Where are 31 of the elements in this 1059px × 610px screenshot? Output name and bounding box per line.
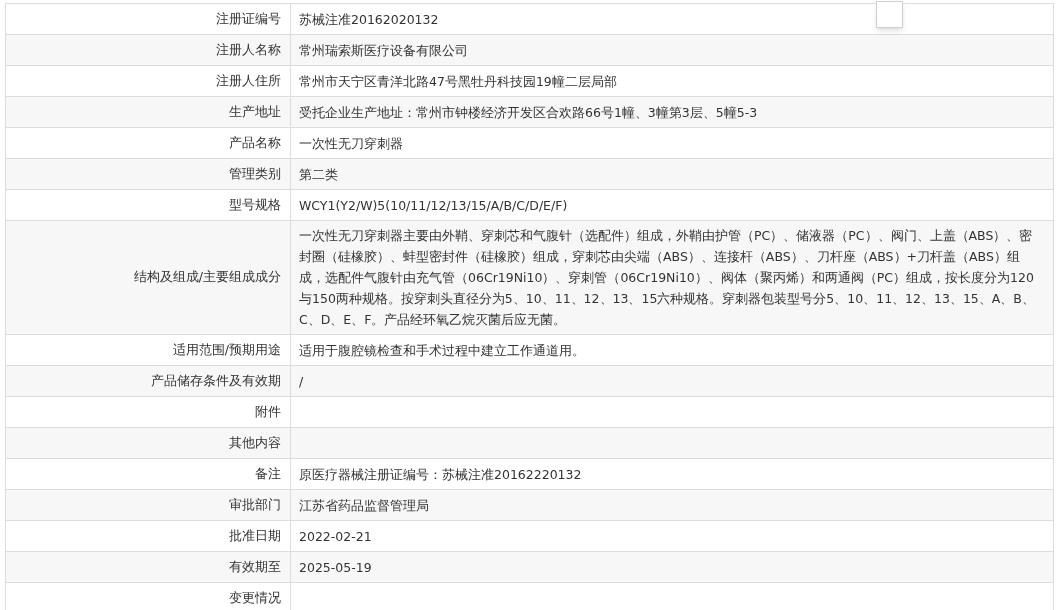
field-value: / (299, 372, 304, 391)
field-value: 常州瑞索斯医疗设备有限公司 (299, 41, 468, 60)
field-label: 适用范围/预期用途 (172, 340, 281, 359)
field-value: 2022-02-21 (299, 527, 372, 546)
field-value: 一次性无刀穿刺器 (299, 134, 403, 153)
field-label: 管理类别 (229, 164, 281, 183)
field-label: 批准日期 (229, 526, 281, 545)
field-label: 产品名称 (229, 133, 281, 152)
field-label: 注册证编号 (216, 9, 281, 28)
field-value: 适用于腹腔镜检查和手术过程中建立工作通道用。 (299, 341, 585, 360)
field-value: 原医疗器械注册证编号：苏械注准20162220132 (299, 465, 582, 484)
field-label: 注册人名称 (216, 40, 281, 59)
field-label: 型号规格 (229, 195, 281, 214)
field-label: 生产地址 (229, 102, 281, 121)
field-label: 产品储存条件及有效期 (151, 371, 281, 390)
field-label: 注册人住所 (216, 71, 281, 90)
field-label: 附件 (255, 402, 281, 421)
field-value: 苏械注准20162020132 (299, 10, 439, 29)
field-value: 2025-05-19 (299, 558, 372, 577)
field-value: 第二类 (299, 165, 338, 184)
field-label: 其他内容 (229, 433, 281, 452)
field-label: 备注 (255, 464, 281, 483)
field-value: 江苏省药品监督管理局 (299, 496, 429, 515)
field-value: WCY1(Y2/W)5(10/11/12/13/15/A/B/C/D/E/F) (299, 196, 568, 215)
field-label: 有效期至 (229, 557, 281, 576)
field-value: 受托企业生产地址：常州市钟楼经济开发区合欢路66号1幢、3幢第3层、5幢5-3 (299, 103, 758, 122)
field-value: 常州市天宁区青洋北路47号黑牡丹科技园19幢二层局部 (299, 72, 617, 91)
field-label: 结构及组成/主要组成成分 (133, 268, 281, 287)
field-value: 一次性无刀穿刺器主要由外鞘、穿刺芯和气腹针（选配件）组成，外鞘由护管（PC）、储液器（PC）、阀门、上盖（ABS）、密封圈（硅橡胶）、蚌型密封件（硅橡胶）组成，穿刺芯由尖端（ABS）、连接杆（ABS）、刀杆座（ABS）+刀杆盖（ABS）组成，选配件气腹针由充气管（06Cr19Ni10）、穿刺管（06Cr19Ni10）、阀体（聚丙烯）和两通阀（PC）组成，按长度分为120与150两种规格。按穿刺头直径分为5、10、11、12、13、15六种规格。穿刺器包装型号分5、10、11、12、13、15、A、B、C、D、E、F。产品经环氧乙烷灭菌后应无菌。 (299, 227, 1036, 329)
field-label: 变更情况 (229, 588, 281, 607)
field-label: 审批部门 (229, 495, 281, 514)
